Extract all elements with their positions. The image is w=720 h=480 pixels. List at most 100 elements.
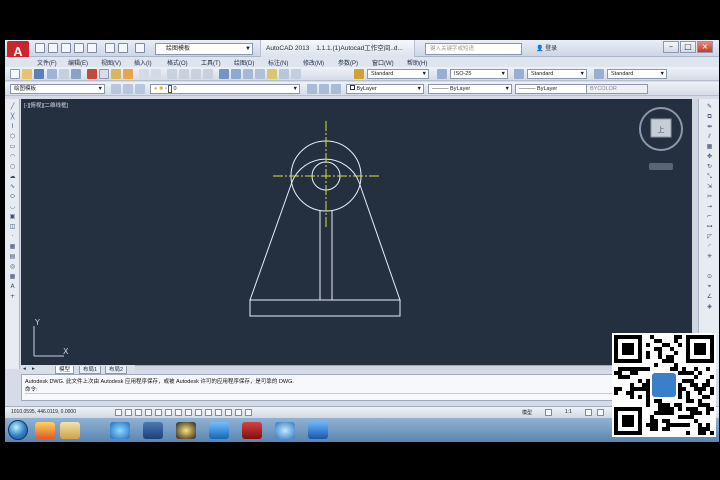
linetype-select[interactable]: ——— ByLayer ▼ <box>428 84 512 94</box>
layer-state-icon[interactable] <box>123 84 133 94</box>
match-properties-icon[interactable] <box>123 69 133 79</box>
preview-icon[interactable] <box>59 69 69 79</box>
rotate-icon[interactable]: ↻ <box>705 163 714 170</box>
menu-dimension[interactable]: 标注(N) <box>268 58 288 67</box>
drawing-canvas[interactable]: [-][俯视][二维线框] Y X 上 <box>21 99 693 365</box>
move-icon[interactable]: ✥ <box>705 153 714 160</box>
markup-icon[interactable] <box>267 69 277 79</box>
point-icon[interactable]: · <box>8 233 17 240</box>
color-select[interactable]: ByLayer ▼ <box>346 84 424 94</box>
customize-icon[interactable] <box>135 43 145 53</box>
calculator-icon[interactable] <box>143 422 163 439</box>
circle-icon[interactable]: ○ <box>8 163 17 170</box>
text-style-select[interactable]: Standard ▼ <box>367 69 429 79</box>
media-icon[interactable] <box>308 422 328 439</box>
tab-nav-first-icon[interactable]: ◂ <box>23 366 26 372</box>
layer-properties-icon[interactable] <box>111 84 121 94</box>
stretch-icon[interactable]: ⇲ <box>705 183 714 190</box>
maximize-button[interactable]: □ <box>680 41 696 53</box>
osnap-toggle[interactable] <box>165 409 172 416</box>
add-selected-icon[interactable]: + <box>8 293 17 300</box>
copy-icon[interactable] <box>99 69 109 79</box>
zoom-realtime-icon[interactable] <box>179 69 189 79</box>
menu-help[interactable]: 帮助(H) <box>407 58 427 67</box>
start-button[interactable] <box>8 420 28 440</box>
tpy-toggle[interactable] <box>225 409 232 416</box>
lwt-toggle[interactable] <box>215 409 222 416</box>
sc-toggle[interactable] <box>245 409 252 416</box>
layer-select[interactable]: ● ✺ ▫ 0 ▼ <box>150 84 300 94</box>
spline-icon[interactable]: ∿ <box>8 183 17 190</box>
3dosnap-toggle[interactable] <box>175 409 182 416</box>
dyn-toggle[interactable] <box>205 409 212 416</box>
polyline-icon[interactable]: ⌇ <box>8 123 17 130</box>
snap-toggle[interactable] <box>125 409 132 416</box>
close-button[interactable]: × <box>697 41 713 53</box>
ellipse-arc-icon[interactable]: ◡ <box>8 203 17 210</box>
open-icon[interactable] <box>48 43 58 53</box>
publish-icon[interactable] <box>71 69 81 79</box>
insert-block-icon[interactable]: ▣ <box>8 213 17 220</box>
menu-file[interactable]: 文件(F) <box>37 58 57 67</box>
signin-button[interactable]: 👤 登录 <box>536 43 557 52</box>
offset-icon[interactable]: ⫽ <box>705 133 714 140</box>
qq-icon[interactable] <box>176 422 196 439</box>
layer-match-icon[interactable] <box>331 84 341 94</box>
workspace-switching-icon[interactable] <box>585 409 592 416</box>
make-block-icon[interactable]: ◫ <box>8 223 17 230</box>
undo-icon[interactable] <box>105 43 115 53</box>
array-icon[interactable]: ▦ <box>705 143 714 150</box>
layer-previous-icon[interactable] <box>135 84 145 94</box>
menu-tools[interactable]: 工具(T) <box>201 58 221 67</box>
sheet-set-icon[interactable] <box>255 69 265 79</box>
otrack-toggle[interactable] <box>185 409 192 416</box>
quickcalc-icon[interactable] <box>279 69 289 79</box>
extend-icon[interactable]: → <box>705 203 714 210</box>
tab-layout1[interactable]: 布局1 <box>79 366 102 374</box>
open-icon[interactable] <box>22 69 32 79</box>
gradient-icon[interactable]: ▤ <box>8 253 17 260</box>
saveas-icon[interactable] <box>74 43 84 53</box>
search-input[interactable]: 键入关键字或短语 <box>425 43 522 55</box>
workspace-select[interactable]: 绘图模板 ▼ <box>10 84 105 94</box>
line-icon[interactable]: ╱ <box>8 103 17 110</box>
layer-previous-icon[interactable] <box>319 84 329 94</box>
tab-nav-next-icon[interactable]: ▸ <box>32 366 35 372</box>
paste-icon[interactable] <box>111 69 121 79</box>
qp-toggle[interactable] <box>235 409 242 416</box>
quick-view-layouts-icon[interactable] <box>545 409 552 416</box>
polygon-icon[interactable]: ⬡ <box>8 133 17 140</box>
pan-icon[interactable] <box>167 69 177 79</box>
menu-parametric[interactable]: 参数(P) <box>338 58 358 67</box>
mirror-icon[interactable]: ⇹ <box>705 123 714 130</box>
wcs-menu[interactable] <box>649 163 673 170</box>
infer-constraints-toggle[interactable] <box>115 409 122 416</box>
ortho-toggle[interactable] <box>145 409 152 416</box>
minimize-button[interactable]: – <box>663 41 679 53</box>
arc-icon[interactable]: ◠ <box>8 153 17 160</box>
workspace-switcher[interactable]: 绘图模板 ▼ <box>155 43 253 55</box>
mtext-icon[interactable]: A <box>8 283 17 290</box>
undo-icon[interactable] <box>139 69 149 79</box>
table-icon[interactable]: ▦ <box>8 273 17 280</box>
ellipse-icon[interactable]: ⬭ <box>8 193 17 200</box>
coordinate-readout[interactable]: 1010.0595, 446.0119, 0.0000 <box>11 409 76 415</box>
zoom-previous-icon[interactable] <box>203 69 213 79</box>
design-center-icon[interactable] <box>231 69 241 79</box>
media-player-icon[interactable] <box>35 422 55 439</box>
menu-window[interactable]: 窗口(W) <box>372 58 394 67</box>
qnew-icon[interactable] <box>35 43 45 53</box>
plot-style-select[interactable]: BYCOLOR <box>586 84 648 94</box>
polar-toggle[interactable] <box>155 409 162 416</box>
trim-icon[interactable]: ✂ <box>705 193 714 200</box>
rectangle-icon[interactable]: ▭ <box>8 143 17 150</box>
explorer-icon[interactable] <box>60 422 80 439</box>
copy-object-icon[interactable]: ⧉ <box>705 113 714 120</box>
chamfer-icon[interactable]: ◸ <box>705 233 714 240</box>
plot-icon[interactable] <box>47 69 57 79</box>
break-icon[interactable]: ⌐ <box>705 213 714 220</box>
browser-icon[interactable] <box>275 422 295 439</box>
table-style-select[interactable]: Standard ▼ <box>527 69 587 79</box>
help-icon[interactable] <box>291 69 301 79</box>
scale-icon[interactable]: ⤡ <box>705 173 714 180</box>
